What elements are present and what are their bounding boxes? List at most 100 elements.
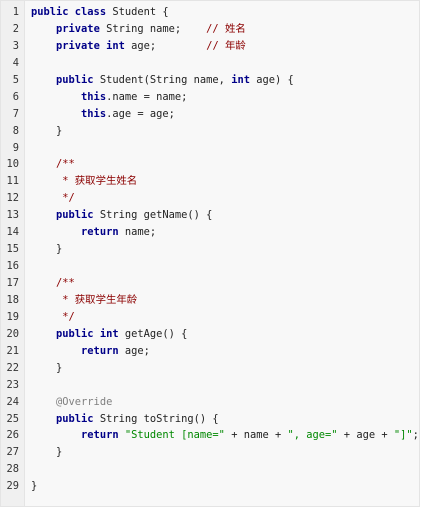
- line-number: 5: [12, 73, 19, 86]
- code-token: /**: [31, 277, 75, 289]
- line-number: 25: [6, 412, 19, 425]
- code-token: name;: [124, 226, 157, 239]
- code-token: private int: [56, 39, 132, 52]
- code-line: 13 public String getName() {: [1, 207, 421, 224]
- code-token: public: [56, 73, 100, 86]
- code-token: ", age=": [287, 429, 338, 442]
- code-block: 1 public class Student {2 private String …: [0, 0, 420, 507]
- line-number: 24: [6, 395, 19, 408]
- line-number: 28: [6, 463, 19, 476]
- code-line: 11 * 获取学生姓名: [1, 173, 421, 190]
- code-text: private int age; // 年龄: [31, 38, 246, 55]
- line-number: 22: [6, 361, 19, 374]
- line-number: 10: [6, 158, 19, 171]
- code-token: Student(String name,: [99, 73, 232, 86]
- line-number: 12: [6, 192, 19, 205]
- line-number: 2: [12, 22, 19, 35]
- code-token: private: [56, 22, 107, 35]
- code-token: return: [81, 226, 125, 239]
- code-line: 29}: [1, 478, 421, 495]
- code-text: }: [31, 478, 37, 495]
- code-text: public String toString() {: [31, 411, 219, 428]
- code-line: 21 return age;: [1, 343, 421, 360]
- code-token: ;: [412, 429, 419, 442]
- line-number: 8: [12, 124, 19, 137]
- code-token: // 姓名: [206, 22, 246, 35]
- code-token: this: [81, 107, 107, 120]
- line-number: 27: [6, 446, 19, 459]
- line-number: 7: [12, 107, 19, 120]
- code-token: * 获取学生姓名: [31, 175, 138, 188]
- code-token: + age +: [337, 429, 394, 442]
- line-number: 14: [6, 226, 19, 239]
- line-number: 26: [6, 429, 19, 442]
- code-text: */: [31, 190, 75, 207]
- code-token: String toString() {: [99, 412, 219, 425]
- code-line: 3 private int age; // 年龄: [1, 38, 421, 55]
- code-text: }: [31, 360, 62, 377]
- line-number: 16: [6, 260, 19, 273]
- code-line: 16: [1, 258, 421, 275]
- line-number: 20: [6, 327, 19, 340]
- line-number: 6: [12, 90, 19, 103]
- code-token: .name = name;: [106, 90, 188, 103]
- code-line: 22 }: [1, 360, 421, 377]
- line-number: 19: [6, 310, 19, 323]
- code-line: 12 */: [1, 190, 421, 207]
- code-line: 15 }: [1, 241, 421, 258]
- code-text: private String name; // 姓名: [31, 21, 246, 38]
- code-text: return age;: [31, 343, 150, 360]
- code-token: // 年龄: [206, 39, 246, 52]
- code-token: Student {: [112, 6, 169, 18]
- code-line: 10 /**: [1, 156, 421, 173]
- code-token: }: [31, 243, 63, 256]
- code-line: 2 private String name; // 姓名: [1, 21, 421, 38]
- code-line: 7 this.age = age;: [1, 106, 421, 123]
- code-token: + name +: [224, 429, 288, 442]
- line-number: 11: [6, 175, 19, 188]
- code-text: public String getName() {: [31, 207, 212, 224]
- line-number: 21: [6, 344, 19, 357]
- code-line: 20 public int getAge() {: [1, 326, 421, 343]
- line-number: 1: [12, 6, 19, 18]
- line-number: 3: [12, 39, 19, 52]
- code-text: /**: [31, 156, 75, 173]
- code-text: }: [31, 444, 62, 461]
- code-token: * 获取学生年龄: [31, 293, 138, 306]
- code-token: return: [81, 344, 125, 357]
- code-token: "]": [393, 429, 413, 442]
- code-text: * 获取学生姓名: [31, 173, 137, 190]
- line-number: 17: [6, 277, 19, 289]
- code-text: return "Student [name=" + name + ", age=…: [31, 427, 419, 444]
- code-token: }: [31, 480, 38, 493]
- code-token: age;: [124, 344, 150, 357]
- code-token: }: [31, 124, 63, 137]
- code-token: getAge() {: [124, 327, 188, 340]
- code-token: public: [56, 209, 100, 222]
- code-line: 8 }: [1, 123, 421, 140]
- code-token: this: [81, 90, 107, 103]
- code-text: return name;: [31, 224, 156, 241]
- code-line: 6 this.name = name;: [1, 89, 421, 106]
- code-line: 9: [1, 140, 421, 157]
- code-token: age) {: [256, 73, 294, 86]
- code-token: String getName() {: [99, 209, 213, 222]
- code-line: 4: [1, 55, 421, 72]
- code-text: /**: [31, 275, 75, 292]
- line-number: 13: [6, 209, 19, 222]
- code-token: .age = age;: [106, 107, 175, 120]
- code-token: public int: [56, 327, 125, 340]
- code-token: }: [31, 361, 63, 374]
- code-line: 14 return name;: [1, 224, 421, 241]
- line-number: 15: [6, 243, 19, 256]
- code-line: 1 public class Student {: [1, 4, 421, 21]
- code-text: }: [31, 241, 62, 258]
- code-line: 18 * 获取学生年龄: [1, 292, 421, 309]
- line-number: 29: [6, 480, 19, 493]
